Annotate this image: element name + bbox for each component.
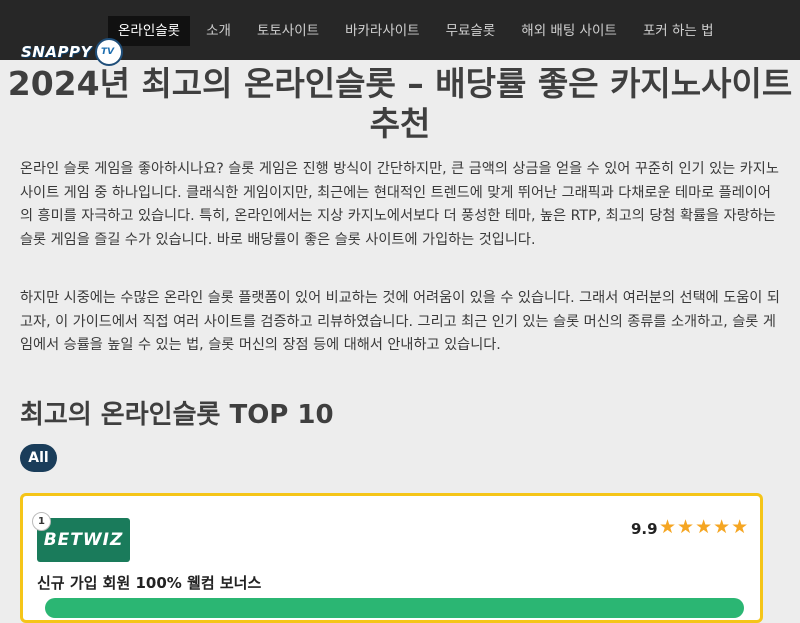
nav-item-free-slots[interactable]: 무료슬롯 [436, 16, 506, 46]
bonus-text: 신규 가입 회원 100% 웰컴 보너스 [37, 574, 262, 592]
intro-paragraph-1: 온라인 슬롯 게임을 좋아하시나요? 슬롯 게임은 진행 방식이 간단하지만, … [20, 161, 779, 248]
nav-item-baccarat-sites[interactable]: 바카라사이트 [335, 16, 430, 46]
nav-item-toto-sites[interactable]: 토토사이트 [247, 16, 329, 46]
logo-wordmark: SNAPPY [21, 43, 92, 61]
filter-all-button[interactable]: All [20, 444, 57, 472]
rank-badge: 1 [32, 512, 51, 531]
nav-item-about[interactable]: 소개 [196, 16, 241, 46]
star-rating-icon: ★★★★★ [659, 516, 750, 538]
section-title: 최고의 온라인슬롯 TOP 10 [20, 400, 334, 430]
nav-item-overseas-betting[interactable]: 해외 배팅 사이트 [511, 16, 627, 46]
intro-paragraph-2: 하지만 시중에는 수많은 온라인 슬롯 플랫폼이 있어 비교하는 것에 어려움이… [20, 290, 780, 353]
logo-badge-text: TV [101, 47, 115, 57]
casino-card: 1 BETWIZ 9.9 ★★★★★ 신규 가입 회원 100% 웰컴 보너스 [20, 493, 763, 623]
play-button[interactable] [45, 598, 744, 618]
page-title: 2024년 최고의 온라인슬롯 – 배당률 좋은 카지노사이트 추천 [7, 64, 793, 143]
brand-logo[interactable]: BETWIZ [37, 518, 130, 562]
main-menu: 온라인슬롯 소개 토토사이트 바카라사이트 무료슬롯 해외 배팅 사이트 포커 … [108, 16, 730, 46]
nav-item-poker-guide[interactable]: 포커 하는 법 [633, 16, 724, 46]
rating-score: 9.9 [631, 520, 658, 538]
